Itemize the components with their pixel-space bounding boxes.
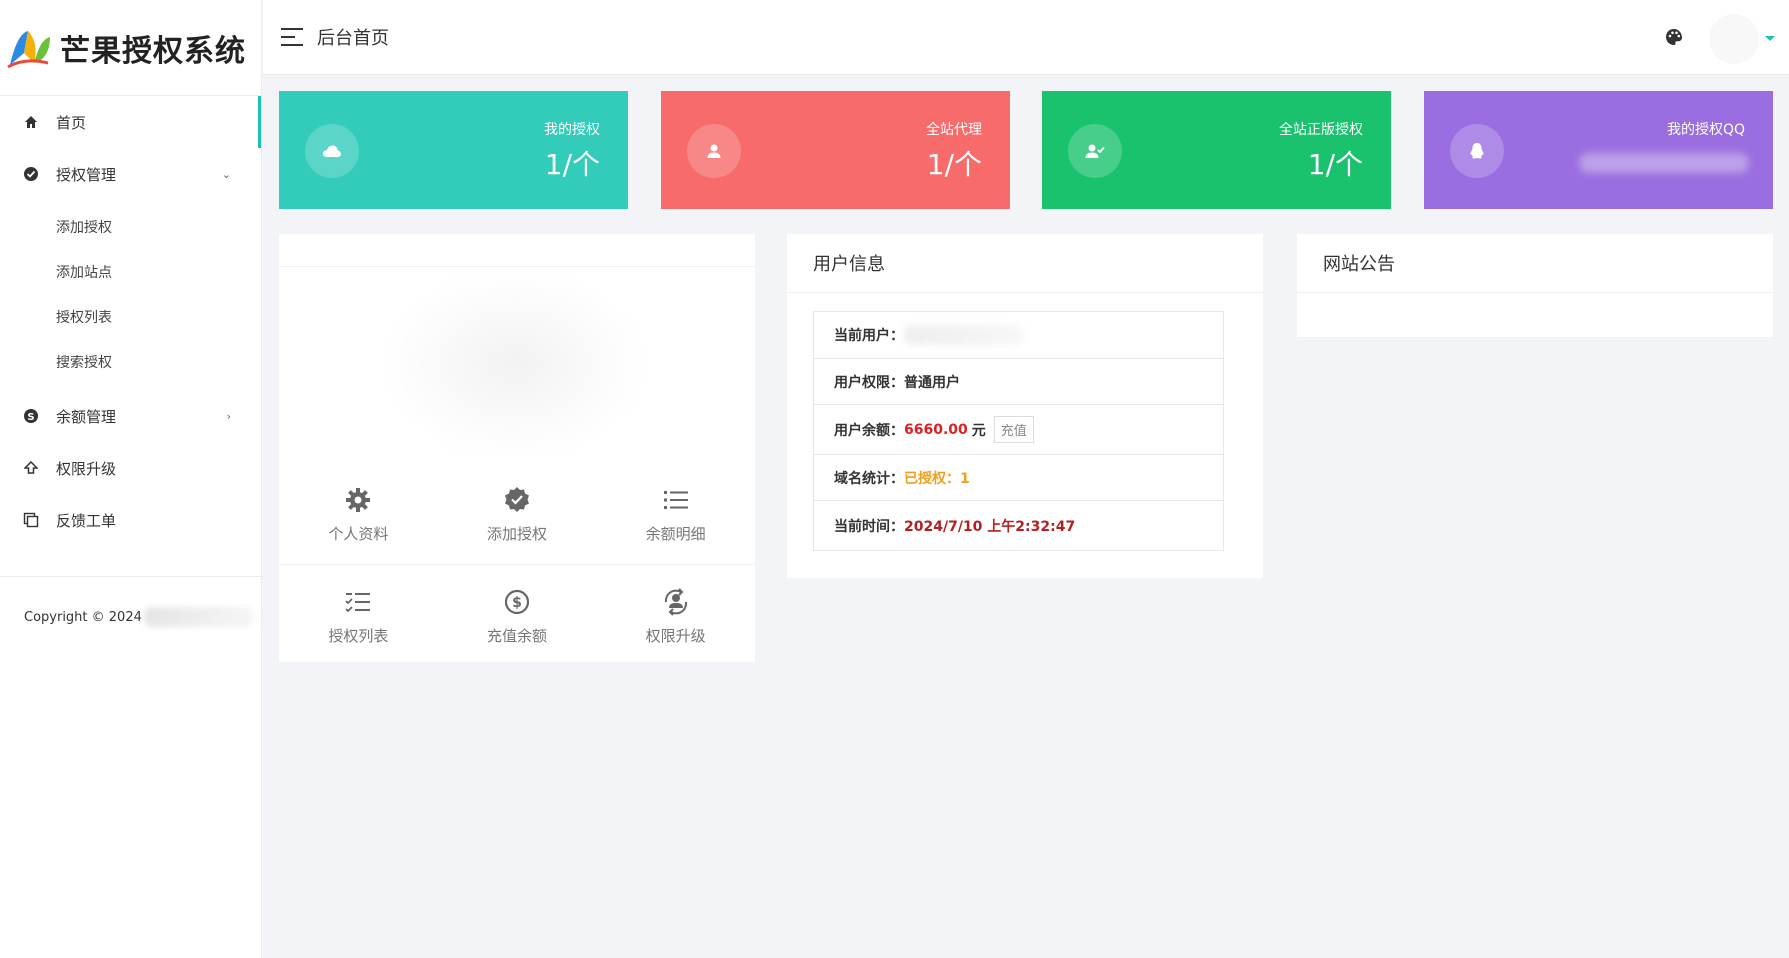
- quick-label: 添加授权: [487, 524, 548, 543]
- stats-row: 我的授权 1/个 全站代理 1/个 全站正版授权 1/个 我的授权QQ: [279, 91, 1773, 209]
- role-value: 普通用户: [904, 374, 960, 391]
- stat-label: 我的授权: [544, 122, 600, 138]
- quick-license-list[interactable]: 授权列表: [279, 565, 438, 667]
- quick-add-license[interactable]: 添加授权: [438, 464, 597, 564]
- quick-label: 权限升级: [645, 626, 706, 645]
- copy-icon: [22, 511, 40, 529]
- list-icon: [661, 485, 691, 515]
- chevron-right-icon: ›: [226, 409, 231, 423]
- submenu-license-management: 添加授权 添加站点 授权列表 搜索授权: [0, 200, 261, 390]
- palette-icon[interactable]: [1665, 28, 1683, 46]
- sidebar-subitem-license-list[interactable]: 授权列表: [0, 294, 261, 339]
- sidebar-item-label: 授权管理: [56, 165, 117, 184]
- blurred-image: [389, 274, 639, 454]
- skype-icon: S: [22, 407, 40, 425]
- copyright: Copyright © 2024: [0, 577, 261, 627]
- cloud-icon: [305, 124, 359, 178]
- sidebar-item-label: 余额管理: [56, 407, 117, 426]
- sidebar-subitem-add-license[interactable]: 添加授权: [0, 204, 261, 249]
- sidebar-item-license-management[interactable]: 授权管理 ⌄: [0, 148, 261, 200]
- panel-title: 用户信息: [787, 234, 1263, 293]
- quick-profile[interactable]: 个人资料: [279, 464, 438, 564]
- stat-card-genuine-license[interactable]: 全站正版授权 1/个: [1042, 91, 1391, 209]
- user-sync-icon: [661, 587, 691, 617]
- app-title: 芒果授权系统: [60, 33, 246, 69]
- sidebar-item-balance-management[interactable]: S 余额管理 ›: [0, 390, 261, 442]
- recharge-button[interactable]: 充值: [993, 416, 1034, 443]
- svg-text:$: $: [512, 595, 522, 611]
- verified-icon: [22, 165, 40, 183]
- top-header: 后台首页: [263, 0, 1789, 75]
- page-title: 后台首页: [317, 28, 389, 49]
- quick-panel-header: [279, 234, 755, 267]
- stat-value: 1/个: [926, 148, 982, 181]
- quick-actions-panel: 个人资料 添加授权 余额明细 授权列表 $ 充值余额 权限升级: [279, 234, 755, 662]
- quick-label: 个人资料: [328, 524, 389, 543]
- sidebar: 芒果授权系统 首页 授权管理 ⌄ 添加授权 添加站点 授权列表 搜索授权 S 余: [0, 0, 262, 958]
- notice-panel: 网站公告: [1297, 234, 1773, 337]
- blurred-qq-number: [1579, 153, 1749, 173]
- stat-card-site-agent[interactable]: 全站代理 1/个: [661, 91, 1010, 209]
- info-label: 当前用户：: [834, 328, 904, 344]
- stat-value: 1/个: [1307, 148, 1363, 181]
- user-check-icon: [1068, 124, 1122, 178]
- quick-recharge[interactable]: $ 充值余额: [438, 565, 597, 667]
- info-row-domain: 域名统计： 已授权：1: [814, 454, 1223, 500]
- stat-label: 全站代理: [926, 122, 982, 138]
- verified-badge-icon: [502, 485, 532, 515]
- sidebar-subitem-search-license[interactable]: 搜索授权: [0, 339, 261, 384]
- stat-card-my-license[interactable]: 我的授权 1/个: [279, 91, 628, 209]
- time-value: 2024/7/10 上午2:32:47: [904, 518, 1076, 535]
- info-label: 域名统计：: [834, 470, 904, 487]
- user-icon: [687, 124, 741, 178]
- balance-value: 6660.00: [904, 421, 968, 438]
- sidebar-nav: 首页 授权管理 ⌄ 添加授权 添加站点 授权列表 搜索授权 S 余额管理 › 权…: [0, 96, 261, 546]
- quick-balance-detail[interactable]: 余额明细: [596, 464, 755, 564]
- sidebar-item-label: 权限升级: [56, 459, 117, 478]
- quick-label: 授权列表: [328, 626, 389, 645]
- info-row-time: 当前时间： 2024/7/10 上午2:32:47: [814, 500, 1223, 550]
- stat-label: 全站正版授权: [1279, 122, 1363, 138]
- info-label: 当前时间：: [834, 518, 904, 535]
- chevron-down-icon: ⌄: [221, 167, 231, 181]
- svg-text:S: S: [27, 412, 34, 423]
- sidebar-subitem-add-site[interactable]: 添加站点: [0, 249, 261, 294]
- blurred-owner: [143, 607, 254, 627]
- info-row-role: 用户权限： 普通用户: [814, 358, 1223, 404]
- domain-value: 已授权：1: [904, 470, 970, 487]
- info-row-balance: 用户余额： 6660.00 元 充值: [814, 404, 1223, 454]
- info-label: 用户余额：: [834, 422, 904, 439]
- user-info-panel: 用户信息 当前用户： 用户权限： 普通用户 用户余额： 6660.00 元 充值…: [787, 234, 1263, 578]
- stat-card-my-license-qq[interactable]: 我的授权QQ: [1424, 91, 1773, 209]
- upgrade-icon: [22, 459, 40, 477]
- quick-label: 余额明细: [645, 524, 706, 543]
- avatar[interactable]: [1709, 14, 1759, 64]
- sidebar-item-home[interactable]: 首页: [0, 96, 261, 148]
- sidebar-item-feedback[interactable]: 反馈工单: [0, 494, 261, 546]
- blurred-username: [904, 325, 1024, 345]
- dollar-icon: $: [502, 587, 532, 617]
- balance-unit: 元: [971, 422, 986, 439]
- sidebar-item-label: 首页: [56, 113, 87, 132]
- caret-down-icon[interactable]: [1765, 36, 1775, 41]
- mango-logo-icon: [4, 23, 54, 73]
- sidebar-item-label: 反馈工单: [56, 511, 117, 530]
- sidebar-item-upgrade[interactable]: 权限升级: [0, 442, 261, 494]
- info-label: 用户权限：: [834, 374, 904, 391]
- stat-value: 1/个: [544, 148, 600, 181]
- home-icon: [22, 113, 40, 131]
- menu-toggle-icon[interactable]: [281, 28, 303, 46]
- checklist-icon: [343, 587, 373, 617]
- quick-label: 充值余额: [487, 626, 548, 645]
- quick-upgrade[interactable]: 权限升级: [596, 565, 755, 667]
- quick-actions-grid: 个人资料 添加授权 余额明细 授权列表 $ 充值余额 权限升级: [279, 464, 755, 667]
- qq-icon: [1450, 124, 1504, 178]
- logo[interactable]: 芒果授权系统: [0, 0, 261, 96]
- copyright-text: Copyright © 2024: [24, 609, 142, 625]
- info-row-current-user: 当前用户：: [814, 312, 1223, 358]
- gear-icon: [343, 485, 373, 515]
- user-info-table: 当前用户： 用户权限： 普通用户 用户余额： 6660.00 元 充值 域名统计…: [813, 311, 1224, 551]
- stat-label: 我的授权QQ: [1666, 122, 1745, 138]
- panel-title: 网站公告: [1297, 234, 1773, 293]
